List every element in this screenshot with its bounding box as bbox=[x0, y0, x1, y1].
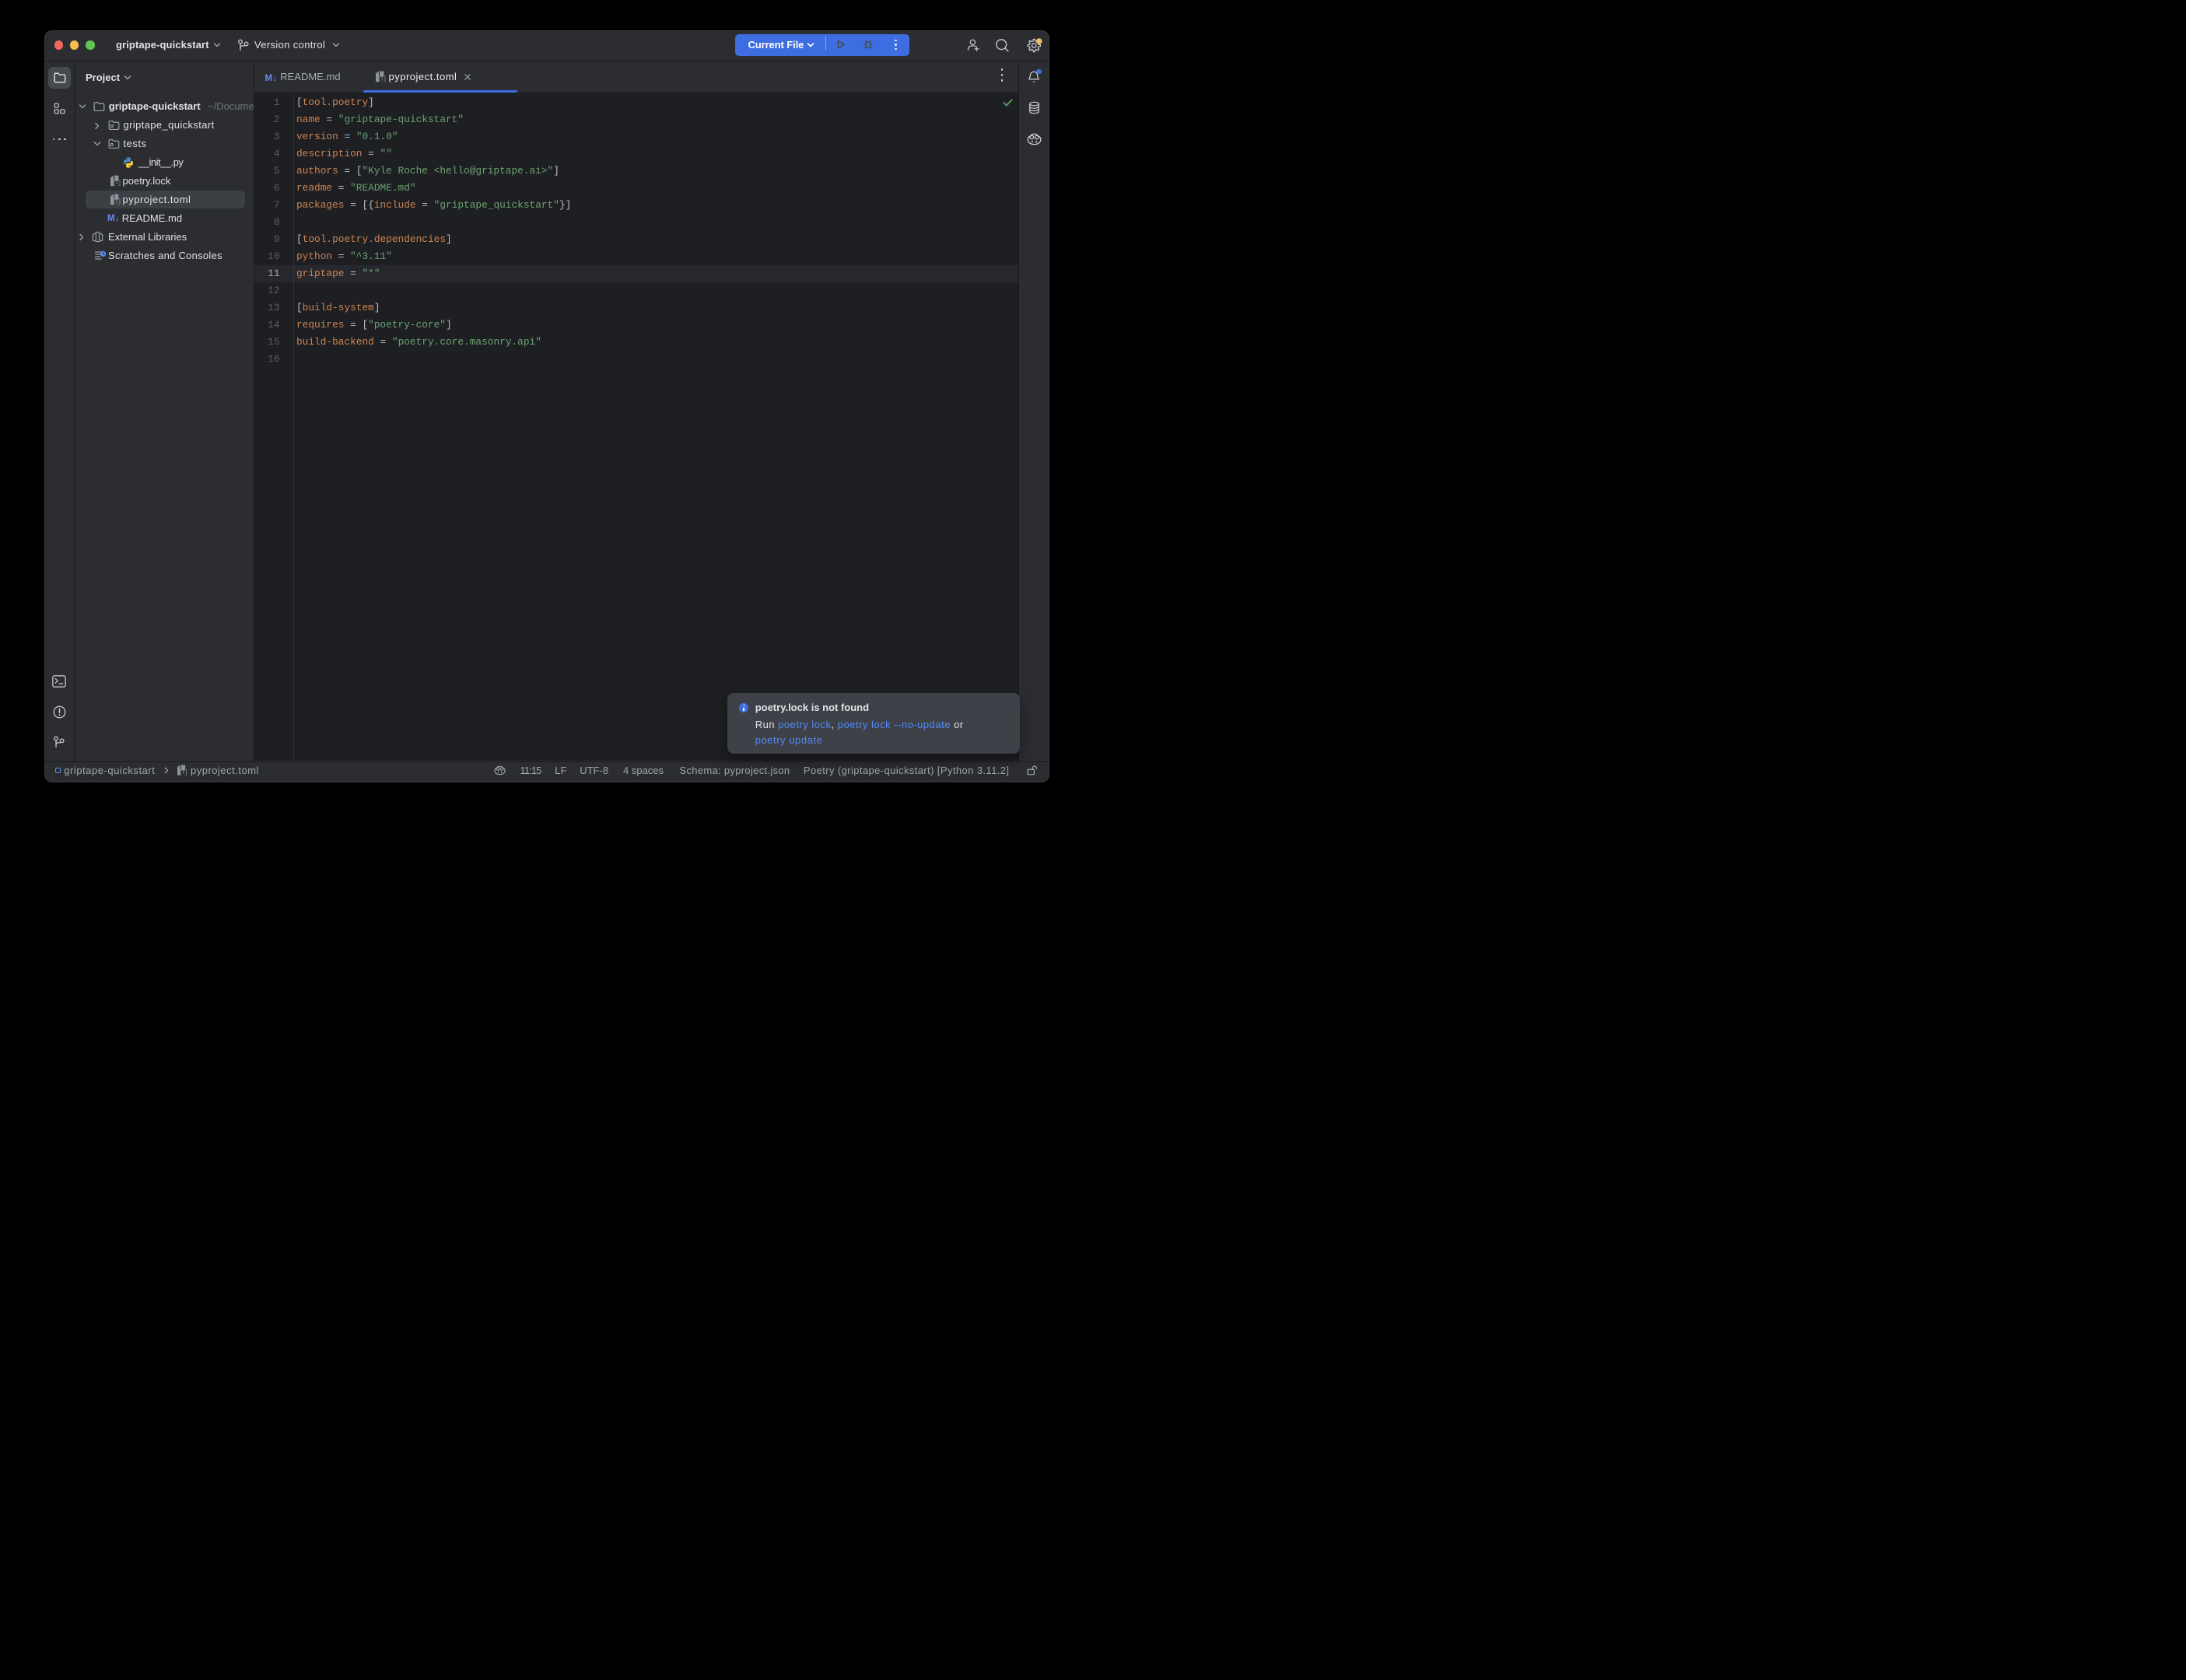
svg-text:[T]: [T] bbox=[113, 178, 121, 186]
svg-text:[T]: [T] bbox=[113, 197, 121, 205]
svg-text:[T]: [T] bbox=[180, 768, 187, 775]
svg-text:[T]: [T] bbox=[378, 74, 386, 82]
